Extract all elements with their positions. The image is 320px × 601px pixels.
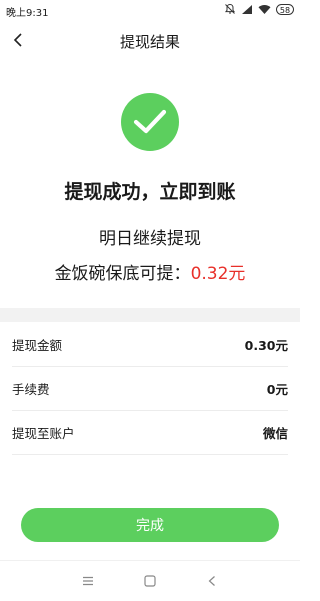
detail-row-account: 提现至账户 微信 xyxy=(12,410,288,455)
guarantee-amount: 0.32元 xyxy=(190,264,246,284)
result-subtext: 明日继续提现 xyxy=(99,229,201,249)
back-triangle-icon xyxy=(208,576,215,586)
wifi-icon xyxy=(258,4,271,15)
detail-label: 手续费 xyxy=(12,381,50,397)
detail-value: 微信 xyxy=(262,425,288,441)
menu-icon xyxy=(83,576,93,586)
detail-row-amount: 提现金额 0.30元 xyxy=(12,322,288,367)
signal-icon xyxy=(241,4,253,15)
home-square-icon xyxy=(144,575,156,587)
system-back-button[interactable] xyxy=(202,571,222,591)
guarantee-label: 金饭碗保底可提： xyxy=(54,264,191,284)
status-bar: 晚上9:31 58 xyxy=(0,0,300,20)
detail-row-fee: 手续费 0元 xyxy=(12,366,288,411)
detail-label: 提现金额 xyxy=(12,337,63,353)
section-divider xyxy=(0,308,300,322)
detail-value: 0.30元 xyxy=(244,337,288,353)
menu-button[interactable] xyxy=(78,571,98,591)
result-headline: 提现成功，立即到账 xyxy=(64,181,236,203)
guarantee-line: 金饭碗保底可提：0.32元 xyxy=(0,259,300,284)
mute-bell-icon xyxy=(224,3,236,15)
success-check-icon xyxy=(121,93,179,151)
done-button[interactable]: 完成 xyxy=(21,508,279,542)
page-title: 提现结果 xyxy=(119,33,180,51)
system-nav-bar xyxy=(0,560,300,601)
detail-label: 提现至账户 xyxy=(12,425,75,441)
status-icons: 58 xyxy=(224,3,294,15)
battery-icon: 58 xyxy=(276,3,294,15)
nav-bar: 提现结果 xyxy=(0,20,300,60)
home-button[interactable] xyxy=(140,571,160,591)
status-time: 晚上9:31 xyxy=(6,8,49,19)
detail-value: 0元 xyxy=(266,381,288,397)
